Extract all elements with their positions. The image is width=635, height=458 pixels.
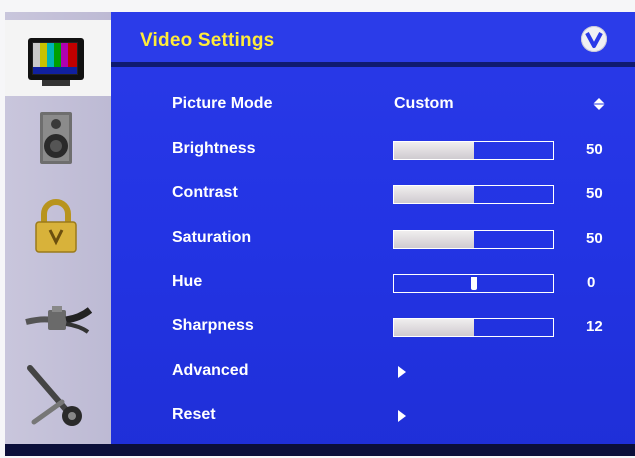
sidebar-item-audio[interactable] bbox=[22, 108, 92, 168]
right-arrow-icon[interactable] bbox=[398, 366, 406, 378]
sharpness-slider[interactable] bbox=[393, 318, 554, 337]
sidebar-item-input[interactable] bbox=[22, 292, 93, 352]
brightness-slider[interactable] bbox=[393, 141, 554, 160]
picture-mode-value[interactable]: Custom bbox=[394, 95, 454, 113]
hue-slider-marker[interactable] bbox=[470, 277, 477, 290]
contrast-slider-fill bbox=[394, 186, 474, 203]
cable-connector-icon bbox=[25, 306, 93, 334]
header-divider bbox=[111, 62, 635, 67]
brightness-value: 50 bbox=[586, 141, 603, 158]
sharpness-slider-fill bbox=[394, 319, 474, 336]
bottom-edge bbox=[5, 444, 635, 456]
sharpness-value: 12 bbox=[586, 318, 603, 335]
contrast-value: 50 bbox=[586, 185, 603, 202]
reset-menu-item[interactable]: Reset bbox=[172, 406, 216, 424]
hue-label[interactable]: Hue bbox=[172, 273, 202, 291]
sidebar-item-video[interactable] bbox=[22, 30, 92, 90]
padlock-icon bbox=[35, 199, 77, 253]
advanced-menu-item[interactable]: Advanced bbox=[172, 362, 248, 380]
vizio-v-logo-icon bbox=[581, 26, 607, 52]
saturation-value: 50 bbox=[586, 230, 603, 247]
tv-color-bars-icon bbox=[28, 38, 84, 86]
speaker-icon bbox=[40, 112, 72, 164]
sidebar-item-parental[interactable] bbox=[22, 196, 92, 256]
sharpness-label[interactable]: Sharpness bbox=[172, 317, 254, 335]
picture-mode-label[interactable]: Picture Mode bbox=[172, 95, 272, 113]
brightness-label[interactable]: Brightness bbox=[172, 140, 256, 158]
hue-slider[interactable] bbox=[393, 274, 554, 293]
contrast-label[interactable]: Contrast bbox=[172, 184, 238, 202]
wrench-tools-icon bbox=[27, 365, 82, 426]
sidebar-item-setup[interactable] bbox=[22, 362, 92, 426]
saturation-label[interactable]: Saturation bbox=[172, 229, 251, 247]
saturation-slider[interactable] bbox=[393, 230, 554, 249]
hue-value: 0 bbox=[587, 274, 596, 291]
page-title: Video Settings bbox=[140, 30, 275, 51]
saturation-slider-fill bbox=[394, 231, 474, 248]
contrast-slider[interactable] bbox=[393, 185, 554, 204]
right-arrow-icon[interactable] bbox=[398, 410, 406, 422]
brightness-slider-fill bbox=[394, 142, 474, 159]
up-down-diamond-icon[interactable] bbox=[593, 98, 605, 110]
